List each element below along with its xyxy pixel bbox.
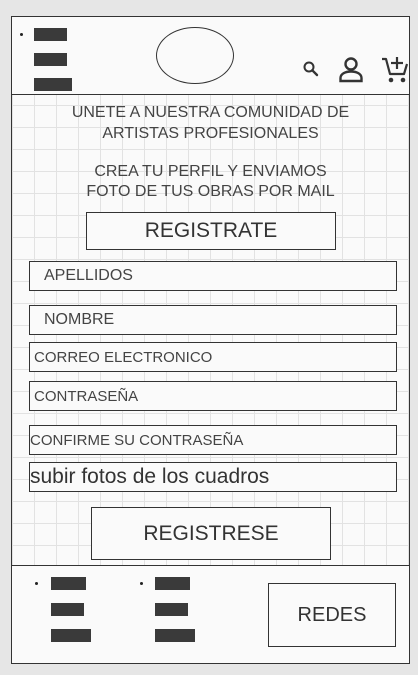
link-bar [155,603,188,616]
bullet-dot [20,33,23,36]
intro-line-2: ARTISTAS PROFESIONALES [102,125,319,142]
intro-line-1: UNETE A NUESTRA COMUNIDAD DE [71,104,350,121]
link-bar [51,577,86,590]
form-title-registrate: REGISTRATE [86,212,336,250]
user-icon[interactable] [338,56,364,83]
link-bar [51,603,84,616]
footer-link-group-2[interactable] [139,577,199,645]
link-bar [51,629,91,642]
footer-link-group-1[interactable] [34,577,94,645]
bullet-dot [140,582,143,585]
logo-oval[interactable] [156,27,234,84]
subir-fotos-field[interactable]: subir fotos de los cuadros [29,462,397,492]
hamburger-menu-icon[interactable] [18,26,74,94]
redes-button[interactable]: REDES [268,583,396,647]
registrese-button[interactable]: REGISTRESE [91,507,331,560]
intro-line-3: CREA TU PERFIL Y ENVIAMOS [94,163,327,180]
menu-bar [34,53,67,66]
menu-bar [34,78,72,91]
menu-bar [34,28,67,41]
nombre-field[interactable]: NOMBRE [29,305,397,335]
add-to-cart-icon[interactable] [380,55,410,85]
confirme-contrasena-field[interactable]: CONFIRME SU CONTRASEÑA [29,425,397,455]
apellidos-field[interactable]: APELLIDOS [29,261,397,291]
link-bar [155,577,190,590]
intro-line-4: FOTO DE TUS OBRAS POR MAIL [86,183,335,200]
contrasena-field[interactable]: CONTRASEÑA [29,381,397,411]
correo-electronico-field[interactable]: CORREO ELECTRONICO [29,342,397,372]
link-bar [155,629,195,642]
bullet-dot [35,582,38,585]
search-icon[interactable] [302,60,320,78]
